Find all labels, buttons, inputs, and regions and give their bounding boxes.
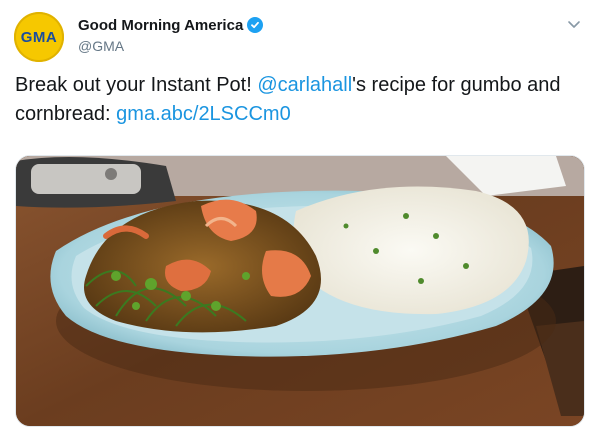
account-handle[interactable]: @GMA — [78, 38, 263, 54]
display-name[interactable]: Good Morning America — [78, 17, 243, 34]
tweet-text-part1: Break out your Instant Pot! — [15, 74, 258, 96]
url-link[interactable]: gma.abc/2LSCCm0 — [116, 103, 291, 125]
tweet-media-image[interactable] — [15, 155, 585, 427]
food-photo — [16, 156, 584, 426]
account-header: Good Morning America @GMA — [78, 15, 264, 54]
tweet-text: Break out your Instant Pot! @carlahall's… — [15, 71, 580, 129]
chevron-down-icon[interactable] — [566, 16, 582, 32]
verified-badge-icon — [247, 17, 264, 33]
mention-link[interactable]: @carlahall — [257, 74, 352, 96]
tweet-card[interactable]: GMA Good Morning America @GMA Break out … — [0, 0, 593, 427]
avatar-logo-text: GMA — [20, 28, 58, 46]
avatar[interactable]: GMA — [14, 12, 64, 62]
